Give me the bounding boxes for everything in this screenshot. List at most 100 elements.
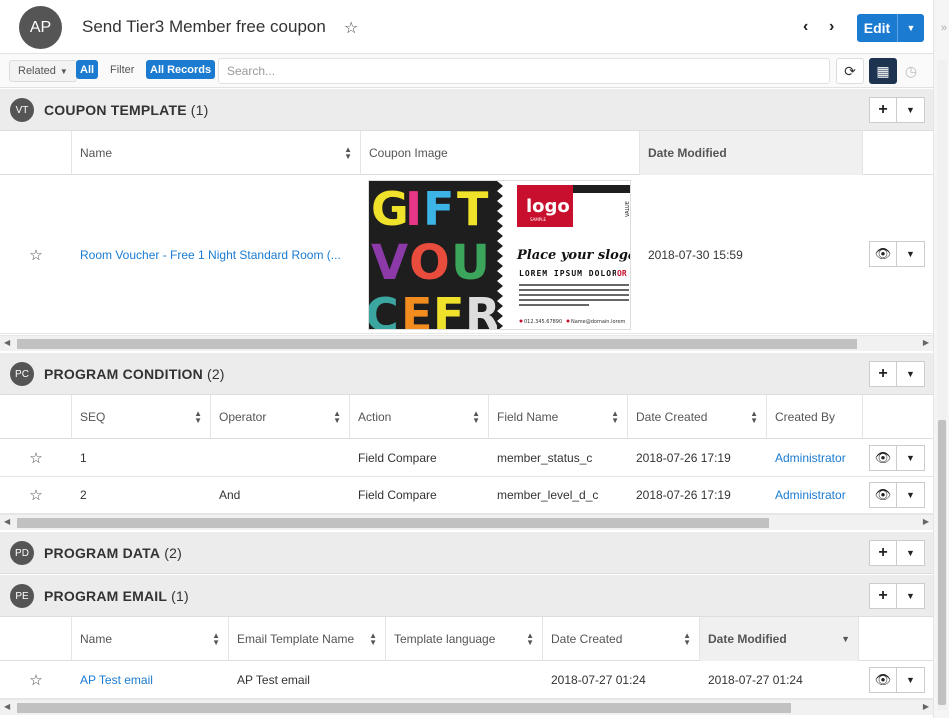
cell-field-name: member_level_d_c — [497, 488, 599, 502]
row-menu-icon[interactable]: ▼ — [897, 445, 925, 471]
add-icon[interactable]: + — [869, 583, 897, 609]
edit-button[interactable]: Edit ▼ — [857, 14, 924, 42]
column-header-date-modified[interactable]: Date Modified ▼ — [700, 617, 859, 661]
column-header-coupon-image[interactable]: Coupon Image — [361, 131, 640, 175]
record-avatar: AP — [19, 6, 62, 49]
svg-text:F: F — [423, 182, 454, 236]
vertical-scrollbar[interactable] — [937, 60, 947, 710]
table-row[interactable]: ☆ 1 Field Compare member_status_c 2018-0… — [0, 440, 933, 477]
column-header-created-by[interactable]: Created By — [767, 395, 863, 439]
view-eye-icon[interactable]: 👁 — [869, 241, 897, 267]
program-email-panel-header[interactable]: PE PROGRAM EMAIL (1) + ▼ — [0, 575, 933, 617]
svg-text:T: T — [457, 182, 489, 236]
search-input[interactable] — [218, 58, 830, 84]
panel-menu-icon[interactable]: ▼ — [897, 540, 925, 566]
column-header-template-language[interactable]: Template language ▲ ▼ — [386, 617, 543, 661]
column-header-date-created[interactable]: Date Created ▲ ▼ — [628, 395, 767, 439]
svg-text:U: U — [451, 235, 490, 291]
program-data-panel-header[interactable]: PD PROGRAM DATA (2) + ▼ — [0, 532, 933, 574]
cell-created-by[interactable]: Administrator — [767, 477, 863, 513]
add-icon[interactable]: + — [869, 361, 897, 387]
horizontal-scrollbar[interactable]: ◀ ▶ — [0, 699, 933, 715]
scroll-left-icon[interactable]: ◀ — [4, 517, 10, 526]
horizontal-scrollbar[interactable]: ◀ ▶ — [0, 514, 933, 530]
view-eye-icon[interactable]: 👁 — [869, 445, 897, 471]
edit-button-label[interactable]: Edit — [857, 14, 897, 42]
expand-rail-icon[interactable]: » — [941, 22, 947, 34]
horizontal-scrollbar[interactable]: ◀ ▶ — [0, 335, 933, 351]
scroll-right-icon[interactable]: ▶ — [923, 338, 929, 347]
cell-date-created: 2018-07-26 17:19 — [636, 451, 731, 465]
created-by-link[interactable]: Administrator — [775, 451, 846, 465]
cell-created-by[interactable]: Administrator — [767, 440, 863, 476]
panel-menu-icon[interactable]: ▼ — [897, 583, 925, 609]
coupon-phone: 012.345.67890 — [524, 319, 562, 325]
view-eye-icon[interactable]: 👁 — [869, 667, 897, 693]
history-icon[interactable]: ◷ — [897, 58, 925, 84]
header-star-column — [0, 395, 72, 439]
page-title: Send Tier3 Member free coupon — [82, 17, 326, 36]
scrollbar-thumb[interactable] — [17, 339, 857, 349]
svg-text:E: E — [401, 288, 432, 330]
header-actions-column — [859, 617, 933, 661]
scroll-right-icon[interactable]: ▶ — [923, 517, 929, 526]
scrollbar-thumb[interactable] — [17, 518, 769, 528]
row-menu-icon[interactable]: ▼ — [897, 241, 925, 267]
row-star-icon[interactable]: ☆ — [0, 440, 72, 476]
grid-view-icon[interactable]: ▦ — [869, 58, 897, 84]
add-icon[interactable]: + — [869, 97, 897, 123]
column-header-field-name[interactable]: Field Name ▲ ▼ — [489, 395, 628, 439]
row-actions: 👁 ▼ — [869, 482, 925, 508]
row-menu-icon[interactable]: ▼ — [897, 482, 925, 508]
related-dropdown[interactable]: Related ▼ — [9, 60, 77, 82]
panel-menu-icon[interactable]: ▼ — [897, 97, 925, 123]
column-header-date-created[interactable]: Date Created ▲ ▼ — [543, 617, 700, 661]
filter-all-records-badge[interactable]: All Records — [146, 60, 216, 79]
table-row[interactable]: ☆ AP Test email AP Test email 2018-07-27… — [0, 662, 933, 699]
column-header-name[interactable]: Name ▲ ▼ — [72, 617, 229, 661]
cell-date-modified: 2018-07-30 15:59 — [648, 247, 743, 262]
cell-name[interactable]: Room Voucher - Free 1 Night Standard Roo… — [72, 176, 361, 333]
previous-record-icon[interactable]: ‹ — [803, 18, 808, 36]
edit-dropdown-icon[interactable]: ▼ — [897, 14, 924, 42]
record-link[interactable]: Room Voucher - Free 1 Night Standard Roo… — [80, 248, 341, 262]
program-condition-table: SEQ ▲ ▼ Operator ▲ ▼ Action ▲ ▼ Field Name ▲ ▼ D… — [0, 395, 933, 515]
coupon-lorem-accent: OR — [617, 269, 627, 278]
vertical-scrollbar-thumb[interactable] — [938, 420, 946, 705]
record-link[interactable]: AP Test email — [80, 673, 153, 687]
next-record-icon[interactable]: › — [829, 18, 834, 36]
column-header-name[interactable]: Name ▲ ▼ — [72, 131, 361, 175]
table-row[interactable]: ☆ 2 And Field Compare member_level_d_c 2… — [0, 477, 933, 514]
cell-date-modified: 2018-07-27 01:24 — [708, 673, 803, 687]
coupon-logo-sub: SAMPLE — [530, 217, 546, 222]
cell-seq: 2 — [80, 488, 87, 502]
row-star-icon[interactable]: ☆ — [0, 662, 72, 698]
panel-menu-icon[interactable]: ▼ — [897, 361, 925, 387]
column-header-action[interactable]: Action ▲ ▼ — [350, 395, 489, 439]
scrollbar-thumb[interactable] — [17, 703, 791, 713]
coupon-template-panel-header[interactable]: VT COUPON TEMPLATE (1) + ▼ — [0, 89, 933, 131]
scroll-left-icon[interactable]: ◀ — [4, 338, 10, 347]
cell-name[interactable]: AP Test email — [72, 662, 229, 698]
column-header-date-modified[interactable]: Date Modified — [640, 131, 863, 175]
related-all-badge[interactable]: All — [76, 60, 99, 79]
sort-icon: ▲ ▼ — [750, 409, 758, 425]
scroll-left-icon[interactable]: ◀ — [4, 702, 10, 711]
row-star-icon[interactable]: ☆ — [0, 477, 72, 513]
coupon-slogan: Place your slogan — [516, 248, 631, 263]
row-menu-icon[interactable]: ▼ — [897, 667, 925, 693]
panel-badge: PD — [10, 541, 34, 565]
favorite-star-icon[interactable]: ☆ — [344, 18, 358, 38]
panel-actions: + ▼ — [869, 583, 925, 609]
scroll-right-icon[interactable]: ▶ — [923, 702, 929, 711]
row-star-icon[interactable]: ☆ — [0, 176, 72, 333]
column-header-email-template-name[interactable]: Email Template Name ▲ ▼ — [229, 617, 386, 661]
created-by-link[interactable]: Administrator — [775, 488, 846, 502]
column-header-seq[interactable]: SEQ ▲ ▼ — [72, 395, 211, 439]
refresh-icon[interactable]: ⟳ — [836, 58, 864, 84]
view-eye-icon[interactable]: 👁 — [869, 482, 897, 508]
column-header-operator[interactable]: Operator ▲ ▼ — [211, 395, 350, 439]
svg-text:F: F — [433, 288, 464, 330]
add-icon[interactable]: + — [869, 540, 897, 566]
program-condition-panel-header[interactable]: PC PROGRAM CONDITION (2) + ▼ — [0, 353, 933, 395]
